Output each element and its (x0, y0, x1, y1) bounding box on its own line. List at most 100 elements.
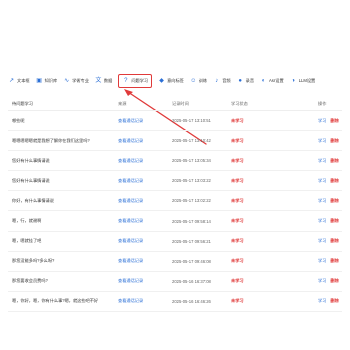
source-link[interactable]: 查看通话记录 (118, 218, 172, 224)
source-link[interactable]: 查看通话记录 (118, 118, 172, 124)
status-badge: 未学习 (231, 137, 244, 143)
header-time: 记录时间 (172, 101, 189, 106)
table-row: 那您没能多吗?多么呀? 查看通话记录 2025-05-17 09:46:08 未… (8, 252, 342, 272)
delete-button[interactable]: 删除 (330, 138, 338, 144)
mic-icon: ● (238, 77, 242, 84)
table-row: 您好有什么事情请说 查看通话记录 2025-05-17 13:03:22 未学习… (8, 171, 342, 192)
question-icon: ? (124, 77, 128, 84)
record-time: 2025-05-17 13:05:34 (172, 158, 211, 164)
volume-icon: ♪ (215, 77, 219, 84)
learn-button[interactable]: 学习 (318, 118, 326, 124)
learn-button[interactable]: 学习 (318, 238, 326, 244)
question-text: 那您没能多吗?多么呀? (12, 258, 55, 264)
record-time: 2025-05-17 09:46:08 (172, 258, 211, 264)
question-text: 你好，有什么事情请说 (12, 197, 54, 203)
table-row: 你好，有什么事情请说 查看通话记录 2025-05-17 13:02:22 未学… (8, 191, 342, 212)
table-header: 待问题学习 来源 记录时间 学习状态 操作 (8, 98, 342, 111)
question-text: 嗯，行，就谢啊 (12, 218, 42, 224)
status-badge: 未学习 (231, 258, 244, 264)
toolbar-item-label: 意向标签 (167, 78, 184, 83)
toolbar-item-recording[interactable]: ● 录音 (237, 74, 254, 88)
source-link[interactable]: 查看通话记录 (118, 198, 172, 204)
source-link[interactable]: 查看通话记录 (118, 278, 172, 284)
table-row: 那您要收会员费吗? 查看通话记录 2025-05-16 16:37:08 未学习… (8, 272, 342, 292)
status-badge: 未学习 (231, 298, 244, 304)
status-badge: 未学习 (231, 238, 244, 244)
status-badge: 未学习 (231, 218, 244, 224)
toolbar-item-textbox[interactable]: ↗ 文本框 (8, 74, 30, 88)
record-time: 2025-05-17 13:10:42 (172, 138, 211, 144)
table-row: 嗯嗯嗯嗯嗯就是我想了解你在我们这里吗? 查看通话记录 2025-05-17 13… (8, 131, 342, 152)
source-link[interactable]: 查看通话记录 (118, 238, 172, 244)
record-time: 2025-05-16 16:37:08 (172, 278, 211, 284)
delete-button[interactable]: 删除 (330, 178, 338, 184)
learn-button[interactable]: 学习 (318, 178, 326, 184)
toolbar-item-question-learning[interactable]: ? 问题学习 (118, 74, 153, 88)
toolbar-item-data[interactable]: 文数据 (95, 74, 112, 88)
learn-button[interactable]: 学习 (318, 278, 326, 284)
question-table: 待问题学习 来源 记录时间 学习状态 操作 哪些呢 查看通话记录 2025-05… (8, 98, 342, 312)
record-time: 2025-05-17 13:02:22 (172, 198, 211, 204)
toolbar-item-label: 录音 (245, 78, 255, 83)
status-badge: 未学习 (231, 157, 244, 163)
learn-button[interactable]: 学习 (318, 158, 326, 164)
delete-button[interactable]: 删除 (330, 238, 338, 244)
source-link[interactable]: 查看通话记录 (118, 158, 172, 164)
delete-button[interactable]: 删除 (330, 258, 338, 264)
delete-button[interactable]: 删除 (330, 198, 338, 204)
toolbar-item-audio[interactable]: ♪ 音频 (213, 74, 230, 88)
status-badge: 未学习 (231, 117, 244, 123)
table-row: 哪些呢 查看通话记录 2025-05-17 13:10:51 未学习 学习 删除 (8, 111, 342, 132)
delete-button[interactable]: 删除 (330, 298, 338, 304)
question-text: 您好有什么事情请说 (12, 177, 50, 183)
toolbar-item-label: 训练 (198, 78, 208, 83)
toolbar-item-label: 学術专业 (72, 78, 89, 83)
trend-icon: ↗ (8, 77, 15, 84)
toolbar-item-intent-tags[interactable]: ◆ 意向标签 (158, 74, 184, 88)
question-text: 您好有什么事情请说 (12, 157, 50, 163)
toolbar: ↗ 文本框 ▣ 知识库 ∿ 学術专业 文数据 ? 问题学习 ◆ 意向标签 ☺ 训练 ♪ 音频 … (8, 72, 342, 90)
record-time: 2025-05-17 13:10:51 (172, 118, 211, 124)
toolbar-item-label: 知识库 (44, 78, 58, 83)
learn-button[interactable]: 学习 (318, 198, 326, 204)
source-link[interactable]: 查看通话记录 (118, 298, 172, 304)
record-time: 2025-05-17 13:03:22 (172, 178, 211, 184)
header-status: 学习状态 (231, 101, 248, 106)
table-row: 嗯，行，就谢啊 查看通话记录 2025-05-17 09:58:14 未学习 学… (8, 211, 342, 232)
delete-button[interactable]: 删除 (330, 158, 338, 164)
learn-button[interactable]: 学习 (318, 138, 326, 144)
header-question: 待问题学习 (12, 101, 33, 106)
toolbar-item-label: 数据 (103, 78, 113, 83)
asr-icon: ◐ (261, 77, 266, 84)
header-ops: 操作 (318, 101, 327, 106)
learn-button[interactable]: 学习 (318, 298, 326, 304)
source-link[interactable]: 查看通话记录 (118, 178, 172, 184)
toolbar-item-asr-settings[interactable]: ◐ Asr设置 (260, 74, 284, 88)
tag-icon: ◆ (159, 77, 164, 84)
question-text: 哪些呢 (12, 117, 25, 123)
delete-button[interactable]: 删除 (330, 218, 338, 224)
record-time: 2025-05-17 09:56:21 (172, 238, 211, 244)
chart-icon: ∿ (64, 77, 70, 84)
toolbar-item-label: Asr设置 (269, 78, 284, 83)
toolbar-item-label: 文本框 (17, 78, 30, 83)
toolbar-item-label: LLM设置 (298, 78, 316, 83)
status-badge: 未学习 (231, 177, 244, 183)
source-link[interactable]: 查看通话记录 (118, 138, 172, 144)
table-row: 您好有什么事情请说 查看通话记录 2025-05-17 13:05:34 未学习… (8, 151, 342, 172)
delete-button[interactable]: 删除 (330, 118, 338, 124)
learn-button[interactable]: 学习 (318, 218, 326, 224)
table-row: 嗯，嗯就挂了吧 查看通话记录 2025-05-17 09:56:21 未学习 学… (8, 232, 342, 252)
toolbar-item-training[interactable]: ☺ 训练 (190, 74, 207, 88)
delete-button[interactable]: 删除 (330, 278, 338, 284)
learn-button[interactable]: 学习 (318, 258, 326, 264)
llm-icon: ◑ (291, 77, 295, 84)
status-badge: 未学习 (231, 278, 244, 284)
toolbar-item-academic[interactable]: ∿ 学術专业 (63, 74, 89, 88)
toolbar-item-llm-settings[interactable]: ◑ LLM设置 (290, 74, 316, 88)
toolbar-item-label: 问题学习 (131, 78, 149, 83)
toolbar-item-knowledge[interactable]: ▣ 知识库 (36, 74, 58, 88)
question-text: 那您要收会员费吗? (12, 278, 48, 284)
source-link[interactable]: 查看通话记录 (118, 258, 172, 264)
toolbar-item-label: 音频 (222, 78, 231, 83)
